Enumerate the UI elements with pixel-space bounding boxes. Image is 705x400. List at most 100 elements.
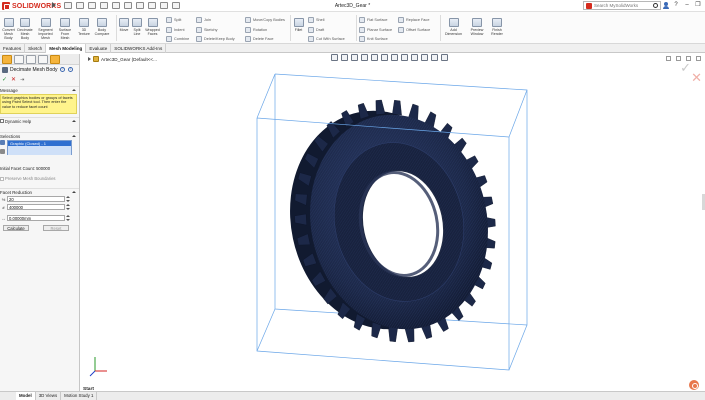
- tab-scroll-arrows-icon[interactable]: [0, 392, 16, 400]
- rotation-button[interactable]: Rotation: [245, 27, 267, 33]
- ribbon-button-label: Add Dimension: [445, 28, 462, 36]
- delete-keep-body-label: Delete/Keep Body: [204, 37, 235, 41]
- decimate-mesh-body-button[interactable]: Decimate Mesh Body: [17, 18, 33, 40]
- facet-reduction-section-header[interactable]: Facet Reduction: [0, 188, 79, 195]
- help-icon[interactable]: ?: [60, 67, 65, 72]
- replace-face-button[interactable]: Replace Face: [398, 17, 429, 23]
- combine-button[interactable]: Combine: [166, 36, 189, 42]
- move-copy-bodies-button[interactable]: Move/Copy Bodies: [245, 17, 285, 23]
- finish-render-button[interactable]: Finish Render: [489, 18, 505, 36]
- percent-spinner[interactable]: [66, 196, 71, 202]
- join-button[interactable]: Join: [196, 17, 211, 23]
- split-line-button[interactable]: Split Line: [131, 18, 143, 36]
- 3d-texture-button[interactable]: 3D Texture: [77, 18, 91, 36]
- tab-solidworks-add-ins[interactable]: SOLIDWORKS Add-Ins: [111, 44, 167, 53]
- tab-mesh-modeling[interactable]: Mesh Modeling: [46, 44, 87, 53]
- panel-title: Decimate Mesh Body: [10, 67, 58, 73]
- collapse-chevron-icon[interactable]: [72, 89, 76, 91]
- combine-label: Combine: [174, 37, 190, 41]
- selections-section-header[interactable]: Selections: [0, 132, 79, 139]
- collapse-chevron-icon[interactable]: [72, 135, 76, 137]
- property-manager-icon[interactable]: [14, 55, 24, 64]
- planar-surface-button[interactable]: Planar Surface: [359, 27, 392, 33]
- fillet-button[interactable]: Fillet: [293, 18, 304, 32]
- tab-3d-views[interactable]: 3D Views: [36, 392, 62, 400]
- selection-list-body[interactable]: [8, 146, 71, 155]
- convert-mesh-body-button[interactable]: Convert Mesh Body: [1, 18, 16, 40]
- feature-manager-icon[interactable]: [2, 55, 12, 64]
- rotation-label: Rotation: [253, 28, 268, 32]
- delete-keep-body-button[interactable]: Delete/Keep Body: [196, 36, 235, 42]
- ribbon-separator: [290, 15, 291, 41]
- dynamic-help-checkbox[interactable]: [0, 119, 4, 123]
- selection-list[interactable]: Graphic (Closed) - 1: [7, 140, 72, 155]
- 3dexperience-badge-icon[interactable]: [689, 380, 699, 390]
- message-section-header[interactable]: Message: [0, 86, 79, 93]
- move-button[interactable]: Move: [118, 18, 130, 32]
- indent-button[interactable]: Indent: [166, 27, 185, 33]
- offset-surface-button[interactable]: Offset Surface: [398, 27, 430, 33]
- cut-with-surface-label: Cut With Surface: [316, 37, 345, 41]
- fillet-label: Fillet: [294, 28, 303, 32]
- ok-check-icon[interactable]: ✓: [2, 76, 7, 83]
- add-dimension-button[interactable]: Add Dimension: [443, 18, 464, 36]
- delete-face-label: Delete Face: [253, 37, 274, 41]
- texture-icon: [79, 18, 89, 27]
- tab-sketch[interactable]: Sketch: [25, 44, 47, 53]
- preserve-boundaries-option[interactable]: Preserve Mesh Boundaries: [0, 175, 79, 182]
- split-button[interactable]: Split: [166, 17, 181, 23]
- shell-button[interactable]: Shell: [308, 17, 324, 23]
- tab-features[interactable]: Features: [0, 44, 26, 53]
- percent-input[interactable]: 20: [7, 196, 65, 202]
- flat-surface-button[interactable]: Flat Surface: [359, 17, 387, 23]
- collapse-chevron-icon[interactable]: [72, 120, 76, 122]
- gear-mesh[interactable]: [270, 94, 507, 347]
- minimize-button[interactable]: –: [683, 1, 691, 10]
- offset-surface-label: Offset Surface: [406, 28, 431, 32]
- distance-spinner[interactable]: [66, 215, 71, 221]
- decimate-mesh-icon: [20, 18, 30, 27]
- search-icon[interactable]: [653, 3, 658, 8]
- dimxpert-manager-icon[interactable]: [38, 55, 48, 64]
- delete-face-button[interactable]: Delete Face: [245, 36, 273, 42]
- count-spinner[interactable]: [66, 204, 71, 210]
- preview-window-button[interactable]: Preview Window: [468, 18, 486, 36]
- tab-evaluate[interactable]: Evaluate: [86, 44, 112, 53]
- tab-motion-study-1[interactable]: Motion Study 1: [61, 392, 98, 400]
- surface-from-mesh-button[interactable]: Surface From Mesh: [57, 18, 73, 40]
- move-copy-icon: [245, 17, 251, 23]
- calculate-button[interactable]: Calculate: [3, 225, 29, 231]
- move-icon: [119, 18, 129, 27]
- body-compare-button[interactable]: Body Compare: [94, 18, 110, 36]
- gear-tooth: [404, 327, 415, 343]
- paint-select-icon[interactable]: [0, 149, 5, 154]
- restore-button[interactable]: ❐: [694, 1, 702, 10]
- dynamic-help-row[interactable]: Dynamic Help: [0, 117, 79, 124]
- knit-surface-button[interactable]: Knit Surface: [359, 36, 388, 42]
- cancel-x-icon[interactable]: ✕: [11, 76, 16, 83]
- sketchy-button[interactable]: Sketchy: [196, 27, 218, 33]
- configuration-manager-icon[interactable]: [26, 55, 36, 64]
- help-button[interactable]: ?: [672, 1, 680, 10]
- draft-button[interactable]: Draft: [308, 27, 324, 33]
- collapse-chevron-icon[interactable]: [72, 191, 76, 193]
- tab-model[interactable]: Model: [16, 392, 36, 400]
- pin-icon[interactable]: ⇥: [20, 77, 24, 83]
- reset-button[interactable]: Reset: [43, 225, 69, 231]
- user-account-icon[interactable]: [663, 2, 669, 9]
- search-input[interactable]: [594, 3, 646, 8]
- display-manager-icon[interactable]: [50, 55, 60, 64]
- distance-row: ↔ 0.00000mm: [0, 214, 79, 222]
- graphics-area[interactable]: Artec3D_Gear (Default<<... ✓ ✕ Start: [81, 54, 705, 392]
- segment-imported-mesh-button[interactable]: Segment Imported Mesh: [37, 18, 54, 40]
- ribbon-button-label: 3D Texture: [78, 28, 90, 36]
- wrapped-faces-button[interactable]: Wrapped Faces: [145, 18, 160, 36]
- fillet-icon: [293, 18, 304, 27]
- preserve-boundaries-checkbox[interactable]: [0, 176, 4, 181]
- search-box[interactable]: [583, 1, 661, 10]
- dynamic-help-option[interactable]: Dynamic Help: [0, 118, 31, 125]
- distance-input[interactable]: 0.00000mm: [7, 215, 65, 221]
- cut-with-surface-button[interactable]: Cut With Surface: [308, 36, 345, 42]
- more-info-icon[interactable]: i: [68, 67, 73, 72]
- facet-count-input[interactable]: 400000: [7, 204, 65, 210]
